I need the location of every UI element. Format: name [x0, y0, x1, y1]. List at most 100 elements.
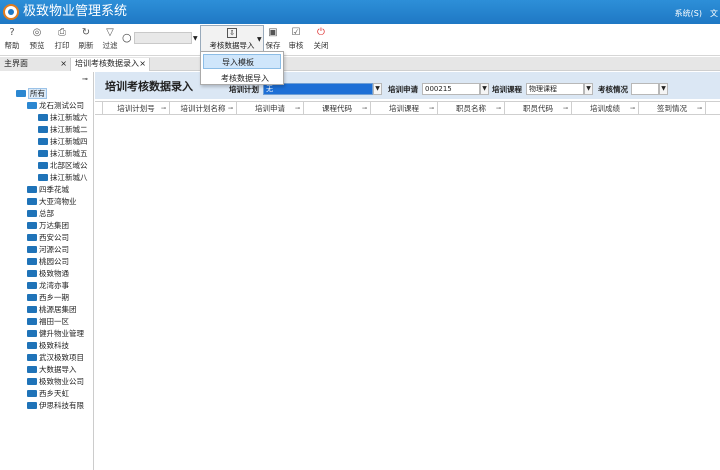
- tree-item[interactable]: 总部: [27, 208, 54, 220]
- pin-icon[interactable]: ⊸: [228, 102, 233, 115]
- apply-select[interactable]: 000215: [422, 83, 480, 95]
- tree-item[interactable]: 龙石测试公司: [27, 100, 84, 112]
- column-header[interactable]: 培训计划号 ⊸: [103, 102, 170, 115]
- print-button[interactable]: ⎙ 打印: [51, 26, 73, 54]
- pin-icon[interactable]: ⊸: [295, 102, 300, 115]
- folder-icon: [27, 378, 37, 385]
- tree-item[interactable]: 抹江新城四: [38, 136, 88, 148]
- tree-root[interactable]: 所有: [16, 88, 47, 100]
- tree-item[interactable]: 四季花城: [27, 184, 69, 196]
- tree-item[interactable]: 伊思科技有限: [27, 400, 84, 412]
- tree-item[interactable]: 抹江新城六: [38, 112, 88, 124]
- filter-header: 培训考核数据录入 培训计划 无 ▼ 培训申请 000215 ▼ 培训课程 物理课…: [95, 72, 720, 99]
- pin-icon[interactable]: ⊸: [82, 75, 88, 83]
- folder-icon: [27, 270, 37, 277]
- assess-select[interactable]: [631, 83, 659, 95]
- course-chevron-down-icon[interactable]: ▼: [584, 83, 593, 95]
- import-data-button[interactable]: ⇩ 考核数据导入: [200, 25, 264, 54]
- folder-icon: [27, 282, 37, 289]
- pin-icon[interactable]: ⊸: [563, 102, 568, 115]
- tree-item[interactable]: 桃源居集团: [27, 304, 77, 316]
- help-button[interactable]: ? 帮助: [1, 26, 23, 54]
- check-icon: ☑: [291, 27, 301, 38]
- tree-item[interactable]: 极致物业公司: [27, 376, 84, 388]
- close-icon[interactable]: ×: [60, 58, 67, 70]
- tree-item[interactable]: 西乡一期: [27, 292, 69, 304]
- close-icon[interactable]: ×: [139, 58, 146, 70]
- folder-icon: [27, 306, 37, 313]
- tree-item[interactable]: 健升物业管理: [27, 328, 84, 340]
- tree-item[interactable]: 抹江新城八: [38, 172, 88, 184]
- column-header[interactable]: 培训课程 ⊸: [371, 102, 438, 115]
- tree-item[interactable]: 河源公司: [27, 244, 69, 256]
- pin-icon[interactable]: ⊸: [496, 102, 501, 115]
- column-header[interactable]: 培训申请 ⊸: [237, 102, 304, 115]
- audit-button[interactable]: ☑ 审核: [285, 26, 307, 54]
- import-chevron-down-icon[interactable]: ▼: [257, 36, 262, 43]
- tree-item[interactable]: 武汉极致项目: [27, 352, 84, 364]
- tree-item[interactable]: 万达集团: [27, 220, 69, 232]
- assess-label: 考核情况: [598, 85, 628, 94]
- column-header[interactable]: 职员代码 ⊸: [505, 102, 572, 115]
- column-header[interactable]: 培训计划名称 ⊸: [170, 102, 237, 115]
- pin-icon[interactable]: ⊸: [161, 102, 166, 115]
- tree-item[interactable]: 抹江新城五: [38, 148, 88, 160]
- column-header[interactable]: 课程代码 ⊸: [304, 102, 371, 115]
- tree-item[interactable]: 极致科技: [27, 340, 69, 352]
- filter-button[interactable]: ▽ 过滤: [99, 26, 121, 54]
- refresh-button[interactable]: ↻ 刷新: [75, 26, 97, 54]
- folder-icon: [38, 126, 48, 133]
- extra-menu[interactable]: 文: [710, 8, 718, 19]
- apply-chevron-down-icon[interactable]: ▼: [480, 83, 489, 95]
- chevron-down-icon[interactable]: ▼: [193, 35, 198, 42]
- tab-main[interactable]: 主界面 ×: [0, 58, 70, 71]
- tree-item[interactable]: 龙湾亦事: [27, 280, 69, 292]
- tree-item[interactable]: 福田一区: [27, 316, 69, 328]
- power-icon: ⏻: [317, 27, 325, 38]
- folder-icon: [27, 318, 37, 325]
- tree-item[interactable]: 西乡天虹: [27, 388, 69, 400]
- search-box[interactable]: ○ ▼: [122, 31, 198, 45]
- folder-icon: [27, 390, 37, 397]
- row-header-cell: [95, 102, 103, 115]
- plan-chevron-down-icon[interactable]: ▼: [373, 83, 382, 95]
- main-content: 培训考核数据录入 培训计划 无 ▼ 培训申请 000215 ▼ 培训课程 物理课…: [95, 72, 720, 470]
- apply-label: 培训申请: [388, 85, 418, 94]
- menu-item-import-data[interactable]: 考核数据导入: [203, 71, 281, 86]
- folder-icon: [27, 330, 37, 337]
- tree-item[interactable]: 桃园公司: [27, 256, 69, 268]
- pin-icon[interactable]: ⊸: [429, 102, 434, 115]
- tab-bar: 主界面 × 培训考核数据录入 ×: [0, 57, 720, 71]
- folder-icon: [27, 366, 37, 373]
- folder-icon: [38, 114, 48, 121]
- preview-button[interactable]: ◎ 预览: [26, 26, 48, 54]
- folder-open-icon: [27, 102, 37, 109]
- course-select[interactable]: 物理课程: [526, 83, 584, 95]
- assess-chevron-down-icon[interactable]: ▼: [659, 83, 668, 95]
- course-label: 培训课程: [492, 85, 522, 94]
- folder-icon: [27, 210, 37, 217]
- system-menu[interactable]: 系统(S): [675, 8, 702, 19]
- help-icon: ?: [9, 27, 15, 38]
- import-icon: ⇩: [227, 28, 237, 38]
- column-header[interactable]: 签到情况 ⊸: [639, 102, 706, 115]
- tree-item[interactable]: 西安公司: [27, 232, 69, 244]
- folder-icon: [27, 258, 37, 265]
- pin-icon[interactable]: ⊸: [630, 102, 635, 115]
- tab-training-data-entry[interactable]: 培训考核数据录入 ×: [70, 58, 150, 71]
- search-input[interactable]: [134, 32, 192, 44]
- pin-icon[interactable]: ⊸: [697, 102, 702, 115]
- column-header[interactable]: 培训成绩 ⊸: [572, 102, 639, 115]
- column-header[interactable]: 职员名称 ⊸: [438, 102, 505, 115]
- tree-item[interactable]: 大亚湾物业: [27, 196, 77, 208]
- menu-item-import-template[interactable]: 导入模板: [203, 54, 281, 69]
- close-button[interactable]: ⏻ 关闭: [310, 26, 332, 54]
- org-tree-panel: ⊸ 所有 龙石测试公司 抹江新城六 抹江新城二 抹江新城四 抹江新城五 北部区域…: [0, 72, 94, 470]
- tree-item[interactable]: 大数据导入: [27, 364, 77, 376]
- filter-icon: ▽: [106, 27, 114, 38]
- pin-icon[interactable]: ⊸: [362, 102, 367, 115]
- tree-item[interactable]: 极致物通: [27, 268, 69, 280]
- tree-item[interactable]: 北部区域公: [38, 160, 88, 172]
- tree-item[interactable]: 抹江新城二: [38, 124, 88, 136]
- folder-icon: [27, 246, 37, 253]
